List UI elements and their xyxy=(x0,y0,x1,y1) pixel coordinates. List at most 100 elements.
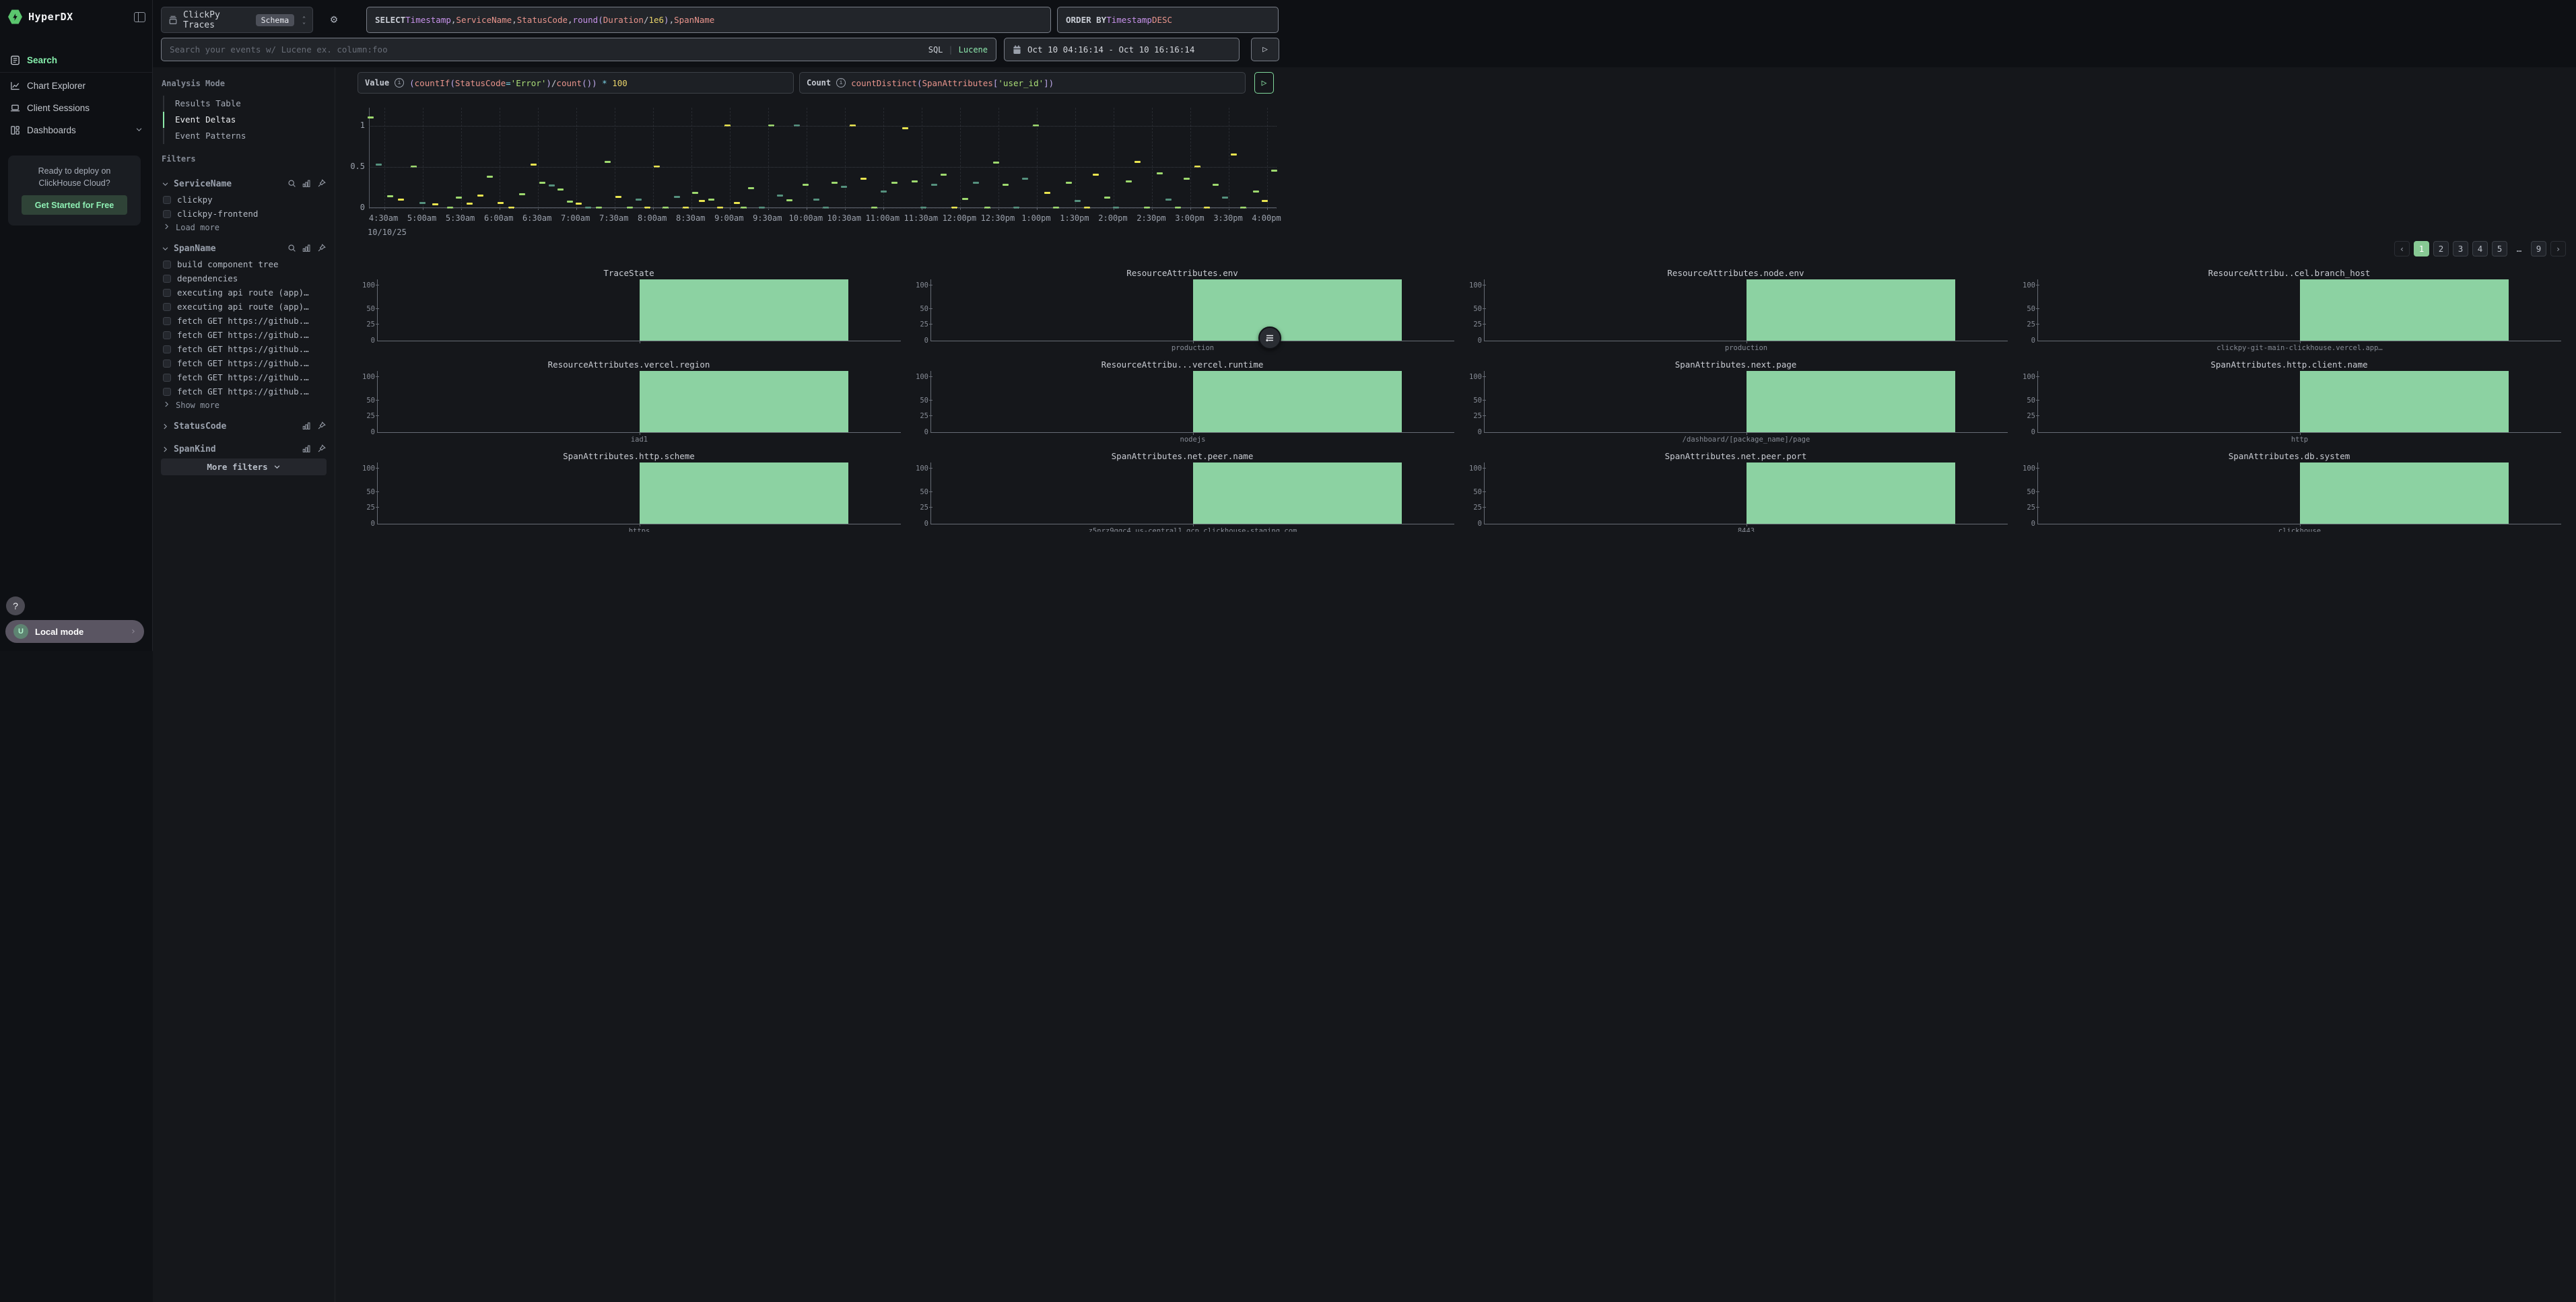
data-point xyxy=(432,203,438,205)
x-axis-tick-label: 7:00am xyxy=(561,213,590,223)
analysis-mode-item-event-patterns[interactable]: Event Patterns xyxy=(163,128,326,144)
bar[interactable] xyxy=(1747,371,1956,432)
page-button-9[interactable]: 9 xyxy=(2531,241,2546,256)
filter-option[interactable]: fetch GET https://github.… xyxy=(162,356,326,370)
bar[interactable] xyxy=(640,279,849,341)
analysis-mode-item-results-table[interactable]: Results Table xyxy=(163,96,326,112)
code-token: , xyxy=(669,15,675,25)
filter-option[interactable]: fetch GET https://github.… xyxy=(162,384,326,399)
bar[interactable] xyxy=(2300,371,2509,432)
checkbox[interactable] xyxy=(163,289,171,297)
checkbox[interactable] xyxy=(163,317,171,325)
checkbox[interactable] xyxy=(163,275,171,283)
pin-icon[interactable] xyxy=(317,420,326,433)
language-lucene-option[interactable]: Lucene xyxy=(959,45,988,55)
gear-icon[interactable]: ⚙ xyxy=(327,13,341,28)
bar[interactable] xyxy=(1193,371,1402,432)
search-input[interactable] xyxy=(170,44,928,55)
filter-group-header[interactable]: ServiceName xyxy=(162,175,326,193)
filter-group-name: StatusCode xyxy=(174,421,226,432)
collapse-sidebar-icon[interactable] xyxy=(134,12,145,22)
page-button-2[interactable]: 2 xyxy=(2433,241,2449,256)
sidebar-item-chart-explorer[interactable]: Chart Explorer xyxy=(0,75,152,96)
analysis-mode-item-event-deltas[interactable]: Event Deltas xyxy=(163,112,326,128)
bar[interactable] xyxy=(640,462,849,524)
filter-option[interactable]: executing api route (app)… xyxy=(162,285,326,300)
time-range-picker[interactable]: Oct 10 04:16:14 - Oct 10 16:16:14 xyxy=(1004,38,1240,61)
filter-option[interactable]: fetch GET https://github.… xyxy=(162,342,326,356)
data-point xyxy=(1222,197,1228,199)
page-prev-button[interactable]: ‹ xyxy=(2394,241,2410,256)
bar[interactable] xyxy=(1193,462,1402,524)
filter-option[interactable]: fetch GET https://github.… xyxy=(162,370,326,384)
filter-option[interactable]: dependencies xyxy=(162,271,326,285)
checkbox[interactable] xyxy=(163,331,171,339)
bar[interactable] xyxy=(1747,279,1956,341)
checkbox[interactable] xyxy=(163,359,171,368)
x-axis-tick-label: 5:30am xyxy=(446,213,475,223)
pin-icon[interactable] xyxy=(317,443,326,456)
bar[interactable] xyxy=(640,371,849,432)
bar[interactable] xyxy=(2300,462,2509,524)
filter-footer-label: Show more xyxy=(176,401,219,410)
data-point xyxy=(931,184,937,186)
run-search-button[interactable]: ▷ xyxy=(1251,38,1279,61)
bar-chart-icon[interactable] xyxy=(302,420,311,433)
schema-badge[interactable]: Schema xyxy=(256,14,295,26)
y-axis-tick-label: 50 xyxy=(920,488,928,496)
checkbox[interactable] xyxy=(163,388,171,396)
sidebar-item-search[interactable]: Search xyxy=(0,50,152,70)
more-filters-button[interactable]: More filters xyxy=(161,458,327,475)
filter-show-more[interactable]: Show more xyxy=(162,399,326,412)
help-button[interactable]: ? xyxy=(6,596,25,615)
filter-load-more[interactable]: Load more xyxy=(162,221,326,234)
filter-option[interactable]: fetch GET https://github.… xyxy=(162,328,326,342)
filter-option[interactable]: fetch GET https://github.… xyxy=(162,314,326,328)
avatar: U xyxy=(13,624,28,639)
search-icon[interactable] xyxy=(287,178,296,191)
filter-group-header[interactable]: SpanKind xyxy=(162,440,326,458)
checkbox[interactable] xyxy=(163,210,171,218)
bar-chart-icon[interactable] xyxy=(302,178,311,191)
value-expression-input[interactable]: Value i (countIf(StatusCode='Error')/cou… xyxy=(358,72,794,94)
filter-group-header[interactable]: StatusCode xyxy=(162,417,326,435)
checkbox[interactable] xyxy=(163,196,171,204)
chart-plot-area: 02550100 xyxy=(377,279,901,341)
filter-option[interactable]: clickpy-frontend xyxy=(162,207,326,221)
bar[interactable] xyxy=(1747,462,1956,524)
get-started-button[interactable]: Get Started for Free xyxy=(22,195,127,215)
sidebar-item-client-sessions[interactable]: Client Sessions xyxy=(0,98,152,118)
y-axis-tick xyxy=(2036,400,2039,401)
page-button-4[interactable]: 4 xyxy=(2472,241,2488,256)
filter-float-button[interactable] xyxy=(1258,327,1281,349)
bar[interactable] xyxy=(2300,279,2509,341)
count-expression-input[interactable]: Count i countDistinct(SpanAttributes['us… xyxy=(799,72,1246,94)
checkbox[interactable] xyxy=(163,345,171,353)
page-button-3[interactable]: 3 xyxy=(2453,241,2468,256)
checkbox[interactable] xyxy=(163,261,171,269)
language-sql-option[interactable]: SQL xyxy=(928,45,943,55)
filter-option[interactable]: clickpy xyxy=(162,193,326,207)
filter-option[interactable]: executing api route (app)… xyxy=(162,300,326,314)
pin-icon[interactable] xyxy=(317,242,326,255)
sql-select-input[interactable]: SELECT Timestamp, ServiceName, StatusCod… xyxy=(366,7,1051,33)
y-axis-tick-label: 25 xyxy=(920,504,928,512)
filter-option[interactable]: build component tree xyxy=(162,257,326,271)
pin-icon[interactable] xyxy=(317,178,326,191)
page-button-5[interactable]: 5 xyxy=(2492,241,2507,256)
run-analysis-button[interactable]: ▷ xyxy=(1254,72,1274,94)
checkbox[interactable] xyxy=(163,374,171,382)
filter-group-header[interactable]: SpanName xyxy=(162,240,326,257)
order-by-input[interactable]: ORDER BY Timestamp DESC xyxy=(1057,7,1279,33)
bar[interactable] xyxy=(1193,279,1402,341)
filter-group-StatusCode: StatusCode xyxy=(162,417,326,435)
page-next-button[interactable]: › xyxy=(2550,241,2566,256)
bar-chart-icon[interactable] xyxy=(302,443,311,456)
local-mode-button[interactable]: U Local mode › xyxy=(5,620,144,643)
bar-chart-icon[interactable] xyxy=(302,242,311,255)
page-button-1[interactable]: 1 xyxy=(2414,241,2429,256)
search-icon[interactable] xyxy=(287,242,296,255)
source-selector[interactable]: ClickPy Traces Schema ⌃⌄ xyxy=(161,7,313,33)
checkbox[interactable] xyxy=(163,303,171,311)
sidebar-item-dashboards[interactable]: Dashboards xyxy=(0,120,152,140)
